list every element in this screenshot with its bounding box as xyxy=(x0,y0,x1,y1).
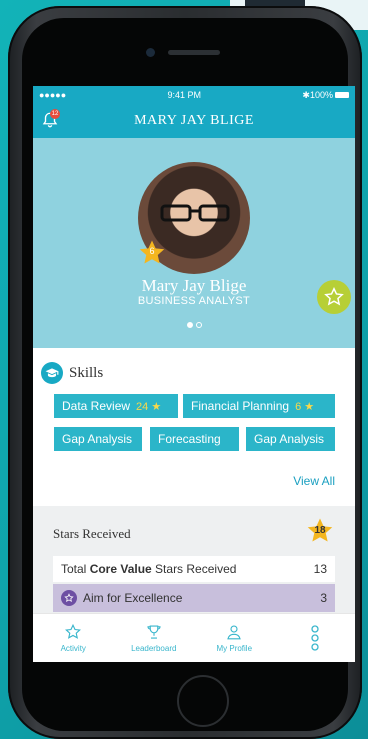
person-icon xyxy=(227,625,241,640)
label-prefix: Total xyxy=(61,562,90,576)
app-header: 12 MARY JAY BLIGE xyxy=(33,104,355,138)
profile-name: Mary Jay Blige xyxy=(141,276,247,295)
front-camera xyxy=(146,48,155,57)
stars-total-count: 18 xyxy=(314,525,326,536)
skill-label: Financial Planning xyxy=(191,399,290,413)
skill-count-value: 24 xyxy=(136,401,149,413)
tab-label: Leaderboard xyxy=(131,644,177,653)
excellence-count: 3 xyxy=(320,591,327,605)
tab-leaderboard[interactable]: Leaderboard xyxy=(114,614,195,662)
stars-received-title: Stars Received xyxy=(53,526,131,541)
star-outline-icon xyxy=(65,623,82,639)
signal-indicator: ●●●●● xyxy=(39,90,67,100)
core-value-count: 13 xyxy=(313,562,327,576)
avatar-glasses xyxy=(160,204,230,222)
tab-activity[interactable]: Activity xyxy=(33,614,114,662)
skills-section: Skills Data Review 24 ★ Financial Plannin… xyxy=(33,348,355,506)
skill-count: 24 ★ xyxy=(136,401,162,413)
stars-received-section: Stars Received 18 Total Core Value Stars… xyxy=(33,506,355,616)
give-star-button[interactable] xyxy=(317,280,351,314)
view-all-link[interactable]: View All xyxy=(293,474,335,488)
profile-hero: 6 Mary Jay Blige BUSINESS ANALYST xyxy=(33,138,355,348)
page-dot[interactable] xyxy=(195,322,202,328)
skill-count: 6 ★ xyxy=(295,401,315,413)
stars-total-icon: 18 xyxy=(305,516,335,546)
skill-count-value: 6 xyxy=(295,401,302,413)
more-dots-icon xyxy=(311,625,319,651)
level-number: 6 xyxy=(149,246,155,256)
notification-badge: 12 xyxy=(50,109,60,119)
profile-role: BUSINESS ANALYST xyxy=(137,295,251,307)
excellence-star-icon xyxy=(61,590,77,606)
graduation-cap-icon xyxy=(41,362,63,384)
skill-chip[interactable]: Gap Analysis xyxy=(54,427,142,451)
skills-chips: Data Review 24 ★ Financial Planning 6 ★ Ga… xyxy=(41,394,347,464)
home-button[interactable] xyxy=(177,675,229,727)
status-time: 9:41 PM xyxy=(167,90,202,100)
skill-label: Gap Analysis xyxy=(62,432,133,446)
star-outline-icon xyxy=(324,287,344,306)
skill-chip[interactable]: Data Review 24 ★ xyxy=(54,394,178,418)
earpiece-speaker xyxy=(168,50,220,55)
skill-chip[interactable]: Gap Analysis xyxy=(246,427,335,451)
excellence-label: Aim for Excellence xyxy=(83,591,183,605)
skill-label: Forecasting xyxy=(158,432,221,446)
excellence-label-group: Aim for Excellence xyxy=(61,590,182,606)
status-bar: ●●●●● 9:41 PM ✱100% xyxy=(33,86,355,104)
skill-label: Data Review xyxy=(62,399,131,413)
label-suffix: Stars Received xyxy=(151,562,237,576)
core-value-stars-row[interactable]: Total Core Value Stars Received 13 xyxy=(53,556,335,582)
bottom-tab-bar: Activity Leaderboard My Profile xyxy=(33,613,355,662)
aim-for-excellence-row[interactable]: Aim for Excellence 3 xyxy=(53,584,335,612)
tab-label: My Profile xyxy=(216,644,253,653)
tab-label: Activity xyxy=(60,644,86,653)
notifications-bell-icon[interactable]: 12 xyxy=(41,109,61,131)
page-indicator[interactable] xyxy=(33,322,355,328)
skill-chip[interactable]: Forecasting xyxy=(150,427,239,451)
core-value-label: Total Core Value Stars Received xyxy=(61,562,236,576)
skills-header: Skills xyxy=(41,362,347,384)
battery-icon xyxy=(334,92,349,99)
skill-label: Gap Analysis xyxy=(254,432,325,446)
level-star-icon: 6 xyxy=(137,238,167,268)
trophy-icon xyxy=(147,625,161,639)
tab-my-profile[interactable]: My Profile xyxy=(194,614,275,662)
tab-more[interactable] xyxy=(275,614,356,662)
app-screen: ●●●●● 9:41 PM ✱100% 12 MARY JAY BLIGE 6 … xyxy=(33,86,355,662)
page-title: MARY JAY BLIGE xyxy=(134,113,254,128)
battery-indicator: ✱100% xyxy=(302,90,349,101)
skills-title: Skills xyxy=(69,364,104,381)
battery-percent: 100% xyxy=(309,89,333,100)
page-dot-active[interactable] xyxy=(186,322,193,328)
skill-chip[interactable]: Financial Planning 6 ★ xyxy=(183,394,335,418)
label-bold: Core Value xyxy=(89,562,152,576)
